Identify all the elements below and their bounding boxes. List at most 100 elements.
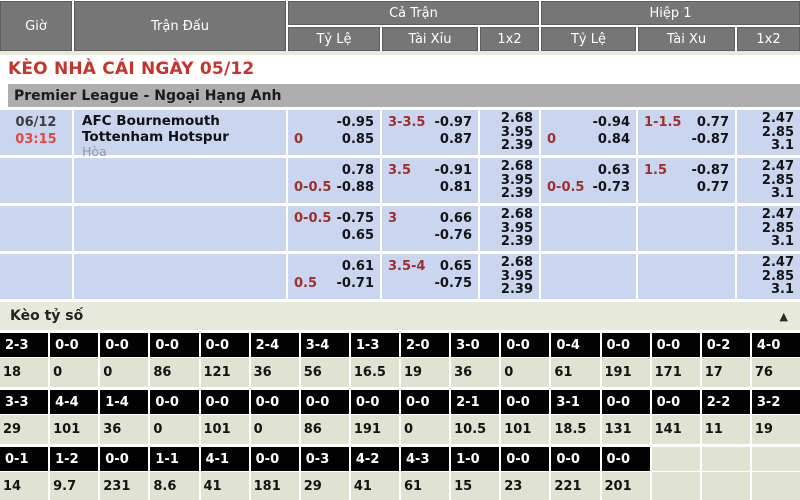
odds-value: 2.39 (486, 139, 533, 153)
score-label: 0-0 (251, 390, 299, 414)
odds-handicap-label: 0-0.5 (294, 179, 331, 196)
score-col: 1-015 (451, 447, 499, 500)
h1-handicap-cell (541, 254, 636, 299)
score-label: 4-1 (201, 447, 249, 471)
score-odds-value: 0 (50, 358, 98, 387)
score-col: 1-18.6 (150, 447, 198, 500)
odds-value: 3.1 (743, 139, 794, 153)
odds-value: -0.71 (337, 275, 374, 292)
odds-value: 2.47 (743, 112, 794, 126)
ft-1x2-cell: 2.683.952.39 (480, 158, 539, 203)
score-label: 0-0 (100, 333, 148, 357)
score-label: 0-0 (652, 390, 700, 414)
score-col: 1-316.5 (351, 333, 399, 387)
score-odds-value: 16.5 (351, 358, 399, 387)
h1-overunder-cell (638, 254, 735, 299)
odds-value: 0.65 (440, 258, 472, 275)
score-col (702, 447, 750, 500)
score-col: 0-086 (301, 390, 349, 444)
odds-value: 0.65 (342, 227, 374, 244)
col-header-h1-handicap: Tỷ Lệ (541, 27, 636, 51)
score-label: 4-3 (401, 447, 449, 471)
score-col: 0-0181 (251, 447, 299, 500)
odds-row: 0.780-0.5-0.883.5-0.910.812.683.952.390.… (0, 158, 800, 203)
ft-handicap-cell: 0.610.5-0.71 (288, 254, 380, 299)
odds-value: -0.91 (435, 162, 472, 179)
h1-1x2-cell: 2.472.853.1 (737, 158, 800, 203)
odds-value: 3.95 (486, 270, 533, 284)
odds-value: 3.1 (743, 235, 794, 249)
collapse-icon[interactable]: ▲ (780, 311, 788, 322)
score-odds-value: 0 (501, 358, 549, 387)
odds-handicap-label: 1-1.5 (644, 114, 681, 131)
match-cell[interactable]: AFC BournemouthTottenham HotspurHòa (74, 110, 286, 155)
odds-row: 06/1203:15AFC BournemouthTottenham Hotsp… (0, 110, 800, 155)
odds-value: -0.73 (593, 179, 630, 196)
score-odds-value: 36 (100, 415, 148, 444)
col-header-match: Trận Đấu (74, 1, 286, 51)
odds-handicap-label: 0.5 (294, 275, 317, 292)
odds-value: -0.76 (435, 227, 472, 244)
odds-value: 0.77 (697, 179, 729, 196)
score-odds-value: 36 (451, 358, 499, 387)
draw-label: Hòa (82, 145, 280, 159)
score-label: 3-0 (451, 333, 499, 357)
score-col: 0-0171 (652, 333, 700, 387)
score-odds-value: 61 (401, 472, 449, 500)
col-header-h1-overunder: Tài Xu (638, 27, 735, 51)
odds-value: -0.88 (337, 179, 374, 196)
col-header-ft-handicap: Tỷ Lệ (288, 27, 380, 51)
col-group-full-match: Cả Trận (288, 1, 539, 25)
score-odds-value: 141 (652, 415, 700, 444)
odds-value: 3.95 (486, 174, 533, 188)
score-label (752, 447, 800, 471)
odds-value: 2.47 (743, 256, 794, 270)
odds-value: 0.81 (440, 179, 472, 196)
score-label (652, 447, 700, 471)
score-col (652, 447, 700, 500)
h1-1x2-cell: 2.472.853.1 (737, 206, 800, 251)
score-odds-value (702, 472, 750, 500)
odds-handicap-label: 0-0.5 (294, 210, 331, 227)
score-label: 2-0 (401, 333, 449, 357)
score-col: 4-141 (201, 447, 249, 500)
odds-value: 2.39 (486, 235, 533, 249)
score-col: 0-0131 (602, 390, 650, 444)
score-odds-value: 56 (301, 358, 349, 387)
score-odds-value: 23 (501, 472, 549, 500)
score-col: 2-110.5 (451, 390, 499, 444)
odds-value: 3.1 (743, 187, 794, 201)
score-odds-value (752, 472, 800, 500)
score-col: 3-329 (0, 390, 48, 444)
score-odds-value: 101 (501, 415, 549, 444)
score-col: 4-076 (752, 333, 800, 387)
score-col: 2-019 (401, 333, 449, 387)
ft-1x2-cell: 2.683.952.39 (480, 254, 539, 299)
score-odds-value: 0 (401, 415, 449, 444)
score-col: 3-456 (301, 333, 349, 387)
odds-handicap-label: 0-0.5 (547, 179, 584, 196)
score-col: 0-00 (150, 390, 198, 444)
odds-table-header: Giờ Trận Đấu Cả Trận Hiệp 1 Tỷ Lệ Tài Xỉ… (0, 0, 800, 51)
score-odds-value: 76 (752, 358, 800, 387)
score-col: 0-461 (551, 333, 599, 387)
score-col: 0-217 (702, 333, 750, 387)
score-odds-value: 86 (150, 358, 198, 387)
score-col: 4-4101 (50, 390, 98, 444)
score-odds-value: 19 (752, 415, 800, 444)
score-label: 1-4 (100, 390, 148, 414)
score-odds-value: 221 (551, 472, 599, 500)
score-odds-value: 17 (702, 358, 750, 387)
h1-overunder-cell: 1-1.50.77-0.87 (638, 110, 735, 155)
score-label: 0-0 (551, 447, 599, 471)
score-label: 0-0 (501, 447, 549, 471)
home-team-name: AFC Bournemouth (82, 113, 280, 129)
score-col: 0-0191 (351, 390, 399, 444)
score-odds-value: 41 (351, 472, 399, 500)
odds-handicap-label: 0 (547, 131, 556, 148)
score-odds-value: 171 (652, 358, 700, 387)
odds-value: 2.85 (743, 270, 794, 284)
score-odds-value: 8.6 (150, 472, 198, 500)
score-label: 1-3 (351, 333, 399, 357)
score-label: 0-0 (602, 390, 650, 414)
